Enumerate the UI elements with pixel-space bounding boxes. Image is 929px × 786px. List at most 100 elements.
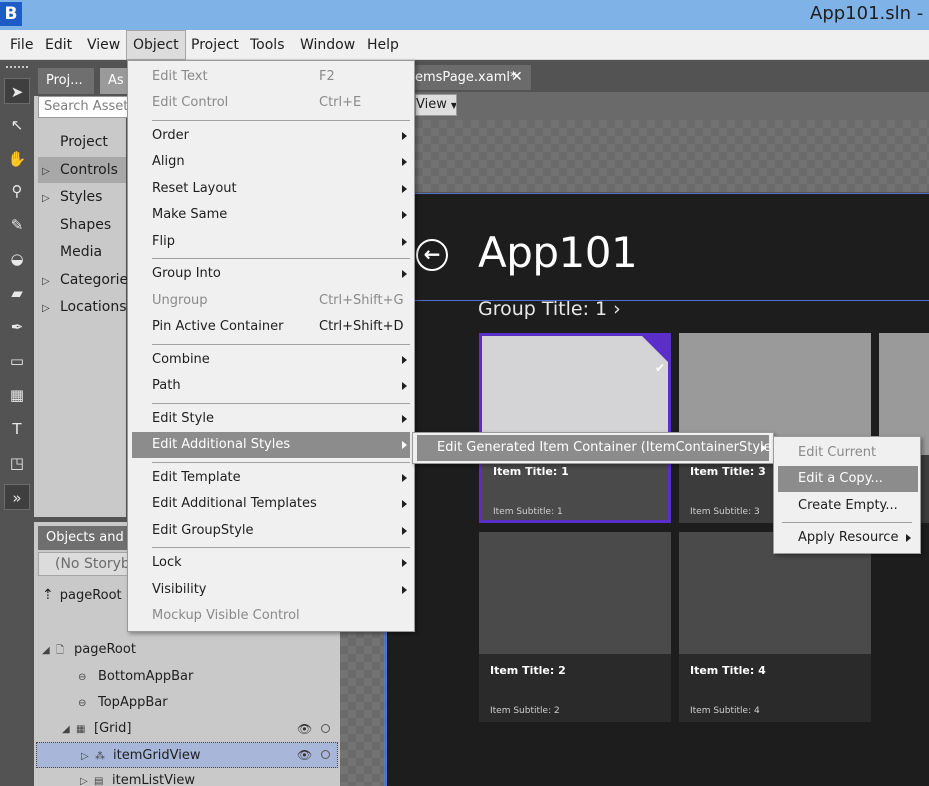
grid-item-tile[interactable]: ✔ Item Title: 1 Item Subtitle: 1 [479,333,671,523]
asset-category-locations[interactable]: ▷ Locations [42,294,127,320]
group-title[interactable]: Group Title: 1 › [478,298,621,320]
expand-triangle-icon[interactable]: ▷ [42,186,56,212]
collapse-triangle-icon[interactable]: ◢ [62,717,76,743]
storyboard-dropdown[interactable]: (No Storyb [38,552,128,576]
eyedropper-tool-icon[interactable]: ✎ [4,212,30,238]
text-tool-icon[interactable]: T [4,416,30,442]
menu-edit[interactable]: Edit [39,30,78,60]
menu-item-edit-additional-styles[interactable]: Edit Additional Styles [132,432,410,458]
brush-tool-icon[interactable]: ▰ [4,280,30,306]
menu-view[interactable]: View [81,30,126,60]
menu-item-label: Visibility [152,582,207,597]
menu-item-shortcut: Ctrl+E [319,95,362,110]
menu-window[interactable]: Window [294,30,361,60]
asset-category-project[interactable]: Project [40,129,108,155]
grid-tool-icon[interactable]: ▦ [4,382,30,408]
page-title: App101 [478,228,638,277]
menu-item-edit-text[interactable]: Edit Text F2 [132,64,410,90]
menu-object[interactable]: Object [126,30,186,60]
menu-item-edit-template[interactable]: Edit Template [132,465,410,491]
objects-panel-header[interactable]: Objects and T [38,526,128,550]
control-tool-icon[interactable]: ◳ [4,450,30,476]
menu-item-ungroup[interactable]: Ungroup Ctrl+Shift+G [132,288,410,314]
expand-triangle-icon[interactable]: ▷ [80,769,94,786]
menu-item-edit-current[interactable]: Edit Current [778,440,918,466]
pen-tool-icon[interactable]: ✒ [4,314,30,340]
menu-tools[interactable]: Tools [244,30,291,60]
menu-item-apply-resource[interactable]: Apply Resource [778,525,918,551]
asset-category-styles[interactable]: ▷ Styles [42,184,102,210]
checkmark-icon: ✔ [654,361,665,375]
menu-help[interactable]: Help [361,30,405,60]
menu-item-order[interactable]: Order [132,123,410,149]
asset-category-categories[interactable]: ▷ Categories [42,267,135,293]
menu-item-align[interactable]: Align [132,149,410,175]
tile-caption: Item Title: 4 Item Subtitle: 4 [679,654,871,722]
asset-category-shapes[interactable]: Shapes [40,212,111,238]
menu-item-edit-a-copy[interactable]: Edit a Copy... [778,466,918,492]
menu-item-edit-groupstyle[interactable]: Edit GroupStyle [132,518,410,544]
menu-item-flip[interactable]: Flip [132,229,410,255]
menu-file[interactable]: File [4,30,39,60]
tree-item-pageroot[interactable]: ◢ 🗋 pageRoot [42,637,136,663]
asset-category-controls[interactable]: ▷ Controls [38,157,126,183]
submenu-arrow-icon [402,500,407,508]
assets-search-input[interactable]: Search Assets [38,96,128,118]
title-bar [0,0,929,30]
lock-toggle-icon[interactable] [321,750,330,759]
collapse-triangle-icon[interactable]: ◢ [42,638,56,664]
tree-item-itemgridview[interactable]: ▷ ⁂ itemGridView [36,742,338,768]
tree-item-itemlistview[interactable]: ▷ ▤ itemListView [80,768,195,786]
tab-projects[interactable]: Proj... [38,68,94,94]
menu-item-path[interactable]: Path [132,373,410,399]
direct-selection-tool-icon[interactable]: ↖ [4,112,30,138]
eye-icon[interactable]: 👁 [297,722,312,736]
assets-tool-icon[interactable]: » [4,484,30,510]
menu-item-lock[interactable]: Lock [132,550,410,576]
tab-assets[interactable]: As [100,68,130,94]
grid-item-tile[interactable]: Item Title: 4 Item Subtitle: 4 [679,532,871,722]
close-tab-icon[interactable]: ✕ [511,65,529,90]
menu-item-make-same[interactable]: Make Same [132,202,410,228]
back-arrow-icon[interactable]: ← [416,239,448,271]
menu-item-create-empty[interactable]: Create Empty... [778,493,918,519]
menu-item-reset-layout[interactable]: Reset Layout [132,176,410,202]
selection-tool-icon[interactable]: ➤ [4,78,30,104]
menu-item-edit-style[interactable]: Edit Style [132,406,410,432]
grip-icon[interactable] [6,66,28,70]
asset-category-label: Categories [60,272,136,288]
tree-item-topappbar[interactable]: ⊖ TopAppBar [78,690,168,716]
edit-additional-styles-submenu: Edit Generated Item Container (ItemConta… [412,432,777,464]
eye-icon[interactable]: 👁 [297,748,312,762]
scope-up-icon[interactable]: ⇡ [42,587,54,603]
menu-item-edit-additional-templates[interactable]: Edit Additional Templates [132,491,410,517]
grid-item-tile[interactable]: Item Title: 2 Item Subtitle: 2 [479,532,671,722]
expand-triangle-icon[interactable]: ▷ [42,159,56,185]
menu-item-combine[interactable]: Combine [132,347,410,373]
tile-subtitle: Item Subtitle: 3 [690,507,760,517]
tree-item-bottomappbar[interactable]: ⊖ BottomAppBar [78,664,193,690]
paint-bucket-tool-icon[interactable]: ◒ [4,246,30,272]
expand-triangle-icon[interactable]: ▷ [42,269,56,295]
menu-item-edit-generated-item-container[interactable]: Edit Generated Item Container (ItemConta… [417,435,777,461]
chevron-down-icon: ▼ [450,101,457,110]
menu-item-mockup-visible-control[interactable]: Mockup Visible Control [132,603,410,629]
asset-category-media[interactable]: Media [40,239,102,265]
view-dropdown[interactable]: View ▼ [415,94,457,116]
scope-root-row[interactable]: ⇡ pageRoot [42,582,122,608]
menu-item-visibility[interactable]: Visibility [132,577,410,603]
rectangle-tool-icon[interactable]: ▭ [4,348,30,374]
page-icon: 🗋 [56,645,65,656]
menu-project[interactable]: Project [185,30,245,60]
menu-item-edit-control[interactable]: Edit Control Ctrl+E [132,90,410,116]
tree-item-label: pageRoot [74,642,136,657]
expand-triangle-icon[interactable]: ▷ [42,296,56,322]
submenu-arrow-icon [402,415,407,423]
lock-toggle-icon[interactable] [321,724,330,733]
tree-item-label: [Grid] [94,721,132,736]
expand-triangle-icon[interactable]: ▷ [81,744,95,770]
menu-item-pin-active-container[interactable]: Pin Active Container Ctrl+Shift+D [132,314,410,340]
menu-item-group-into[interactable]: Group Into [132,261,410,287]
zoom-tool-icon[interactable]: ⚲ [4,178,30,204]
pan-tool-icon[interactable]: ✋ [4,146,30,172]
